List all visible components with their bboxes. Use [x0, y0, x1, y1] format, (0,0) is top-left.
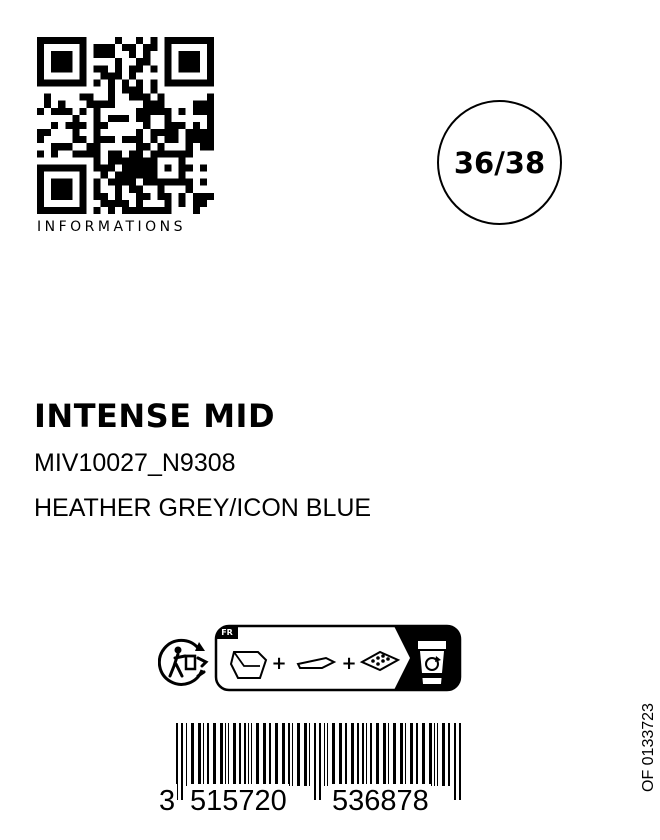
product-reference: MIV10027_N9308 — [34, 449, 236, 477]
padded-card-icon — [359, 650, 401, 672]
vertical-reference-code: OF 0133723 — [640, 703, 657, 792]
plus-sign: + — [271, 653, 286, 674]
qr-code-icon — [37, 37, 214, 214]
country-code: FR — [221, 628, 233, 637]
pouch-icon — [229, 651, 268, 679]
size-value: 36/38 — [453, 145, 546, 180]
triman-icon — [158, 638, 209, 686]
barcode-right-group: 536878 — [330, 784, 431, 818]
qr-caption: INFORMATIONS — [37, 219, 187, 235]
recycling-instructions: + + — [214, 624, 462, 692]
product-color: HEATHER GREY/ICON BLUE — [34, 494, 372, 522]
product-name: INTENSE MID — [34, 397, 276, 435]
barcode-first-digit: 3 — [159, 784, 178, 818]
size-badge: 36/38 — [437, 100, 562, 225]
label-tag-icon — [296, 656, 337, 669]
barcode-left-group: 515720 — [188, 784, 289, 818]
plus-sign: + — [341, 653, 356, 674]
recycling-bin-icon — [418, 641, 446, 684]
